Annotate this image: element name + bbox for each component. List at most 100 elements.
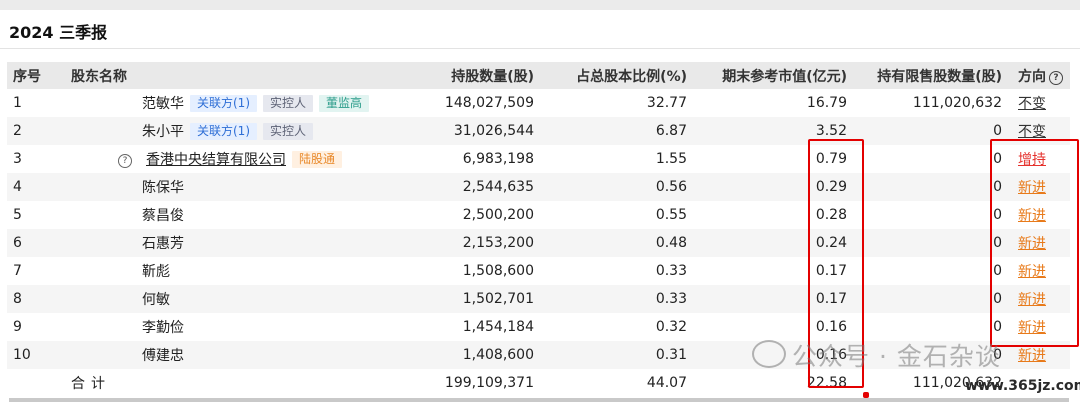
cell-restricted: 0 bbox=[851, 173, 1006, 201]
shareholder-name[interactable]: 陈保华 bbox=[142, 180, 184, 196]
cell-holding: 1,408,600 bbox=[387, 341, 538, 369]
cell-pct: 0.56 bbox=[538, 173, 691, 201]
table-row[interactable]: 1 范敏华 关联方(1) 实控人 董监高 148,027,509 32.77 16.79 111… bbox=[7, 89, 1070, 117]
cell-seq: 3 bbox=[13, 151, 22, 167]
shareholder-name[interactable]: 李勤俭 bbox=[142, 320, 184, 336]
total-holding: 199,109,371 bbox=[444, 375, 534, 391]
header-seq[interactable]: 序号 bbox=[7, 62, 71, 89]
header-direction-label: 方向 bbox=[1018, 68, 1046, 85]
top-band bbox=[0, 0, 1080, 10]
total-pct: 44.07 bbox=[646, 375, 687, 391]
cell-name: 傅建忠 bbox=[71, 341, 387, 369]
cell-name: 陈保华 bbox=[71, 173, 387, 201]
watermark-text: 公众号 · 金石杂谈 bbox=[792, 342, 1001, 371]
shareholder-tag[interactable]: 关联方(1) bbox=[190, 95, 257, 112]
direction-link[interactable]: 不变 bbox=[1018, 124, 1046, 140]
header-name[interactable]: 股东名称 bbox=[71, 62, 387, 89]
shareholder-tag[interactable]: 陆股通 bbox=[292, 151, 343, 168]
cell-restricted: 111,020,632 bbox=[912, 95, 1002, 111]
cell-pct: 0.31 bbox=[538, 341, 691, 369]
cell-seq: 9 bbox=[13, 319, 22, 335]
table-row[interactable]: 7 靳彪 1,508,600 0.33 0.17 0 新进 bbox=[7, 257, 1070, 285]
shareholder-name[interactable]: 石惠芳 bbox=[142, 236, 184, 252]
cell-restricted: 0 bbox=[851, 229, 1006, 257]
cell-name: 蔡昌俊 bbox=[71, 201, 387, 229]
shareholder-name[interactable]: 何敏 bbox=[142, 292, 170, 308]
table-row[interactable]: 3? 香港中央结算有限公司 陆股通 6,983,198 1.55 0.79 0 增持 bbox=[7, 145, 1070, 173]
cell-restricted: 0 bbox=[851, 117, 1006, 145]
cell-seq: 7 bbox=[13, 263, 22, 279]
cell-holding: 2,500,200 bbox=[462, 207, 534, 223]
direction-link[interactable]: 新进 bbox=[1018, 348, 1046, 364]
question-circle-icon[interactable]: ? bbox=[118, 154, 132, 168]
cell-seq: 10 bbox=[7, 341, 71, 369]
cell-name: 石惠芳 bbox=[71, 229, 387, 257]
cell-restricted: 0 bbox=[993, 263, 1002, 279]
cell-pct: 1.55 bbox=[655, 151, 687, 167]
shareholder-name[interactable]: 蔡昌俊 bbox=[142, 208, 184, 224]
horizontal-scrollbar[interactable] bbox=[9, 398, 1069, 402]
cell-name: 何敏 bbox=[71, 285, 387, 313]
cell-holding: 148,027,509 bbox=[444, 95, 534, 111]
cell-holding: 2,544,635 bbox=[387, 173, 538, 201]
header-restricted[interactable]: 持有限售股数量(股) bbox=[851, 62, 1006, 89]
cell-holding: 6,983,198 bbox=[462, 151, 534, 167]
table-row[interactable]: 6 石惠芳 2,153,200 0.48 0.24 0 新进 bbox=[7, 229, 1070, 257]
cell-seq: 6 bbox=[7, 229, 71, 257]
cell-restricted: 0 bbox=[993, 151, 1002, 167]
cell-holding: 2,153,200 bbox=[387, 229, 538, 257]
cell-direction: 不变 bbox=[1006, 89, 1070, 117]
shareholder-name[interactable]: 傅建忠 bbox=[142, 348, 184, 364]
shareholder-name[interactable]: 香港中央结算有限公司 bbox=[146, 152, 286, 168]
cell-name: ? 香港中央结算有限公司 陆股通 bbox=[71, 145, 387, 173]
watermark: 公众号 · 金石杂谈 bbox=[752, 337, 1001, 373]
shareholder-tag[interactable]: 实控人 bbox=[263, 123, 314, 140]
cell-holding: 31,026,544 bbox=[387, 117, 538, 145]
shareholder-tag[interactable]: 董监高 bbox=[319, 95, 370, 112]
cell-pct: 0.32 bbox=[655, 319, 687, 335]
cell-restricted: 0 bbox=[851, 285, 1006, 313]
info-circle-icon[interactable]: ? bbox=[1049, 70, 1063, 85]
header-market-value[interactable]: 期末参考市值(亿元) bbox=[691, 62, 851, 89]
shareholder-tag[interactable]: 关联方(1) bbox=[190, 123, 257, 140]
header-pct[interactable]: 占总股本比例(%) bbox=[538, 62, 691, 89]
title-divider bbox=[0, 48, 1080, 49]
cell-holding: 1,508,600 bbox=[462, 263, 534, 279]
cell-name: 李勤俭 bbox=[71, 313, 387, 341]
total-row: 合计 199,109,371 44.07 22.58 111,020,632 bbox=[7, 369, 1070, 397]
table-header-row: 序号 股东名称 持股数量(股) 占总股本比例(%) 期末参考市值(亿元) 持有限… bbox=[7, 62, 1070, 89]
table-row[interactable]: 8 何敏 1,502,701 0.33 0.17 0 新进 bbox=[7, 285, 1070, 313]
cell-seq: 2 bbox=[7, 117, 71, 145]
highlight-box-direction bbox=[990, 139, 1079, 347]
cell-restricted: 0 bbox=[993, 207, 1002, 223]
header-holding[interactable]: 持股数量(股) bbox=[387, 62, 538, 89]
total-label: 合计 bbox=[71, 376, 111, 392]
wechat-icon bbox=[752, 340, 786, 368]
header-direction[interactable]: 方向? bbox=[1006, 62, 1070, 89]
cell-seq: 1 bbox=[13, 95, 22, 111]
cell-pct: 0.55 bbox=[655, 207, 687, 223]
cell-name: 靳彪 bbox=[71, 257, 387, 285]
shareholder-name[interactable]: 靳彪 bbox=[142, 264, 170, 280]
highlight-dot bbox=[863, 392, 869, 398]
shareholder-name[interactable]: 朱小平 bbox=[142, 124, 184, 140]
table-row[interactable]: 5 蔡昌俊 2,500,200 0.55 0.28 0 新进 bbox=[7, 201, 1070, 229]
cell-pct: 0.33 bbox=[655, 263, 687, 279]
cell-pct: 0.33 bbox=[538, 285, 691, 313]
table-row[interactable]: 2 朱小平 关联方(1) 实控人 31,026,544 6.87 3.52 0 不变 bbox=[7, 117, 1070, 145]
shareholder-tag[interactable]: 实控人 bbox=[263, 95, 314, 112]
cell-seq: 8 bbox=[7, 285, 71, 313]
cell-name: 范敏华 关联方(1) 实控人 董监高 bbox=[71, 89, 387, 117]
cell-holding: 1,454,184 bbox=[462, 319, 534, 335]
cell-holding: 1,502,701 bbox=[387, 285, 538, 313]
watermark-site: www.365jz.com bbox=[965, 378, 1080, 394]
cell-pct: 6.87 bbox=[538, 117, 691, 145]
cell-market-value: 16.79 bbox=[806, 95, 847, 111]
direction-link[interactable]: 不变 bbox=[1018, 96, 1046, 112]
cell-seq: 4 bbox=[7, 173, 71, 201]
table-row[interactable]: 4 陈保华 2,544,635 0.56 0.29 0 新进 bbox=[7, 173, 1070, 201]
cell-seq: 5 bbox=[13, 207, 22, 223]
shareholder-name[interactable]: 范敏华 bbox=[142, 96, 184, 112]
cell-seq-empty bbox=[7, 369, 71, 397]
cell-pct: 0.48 bbox=[538, 229, 691, 257]
